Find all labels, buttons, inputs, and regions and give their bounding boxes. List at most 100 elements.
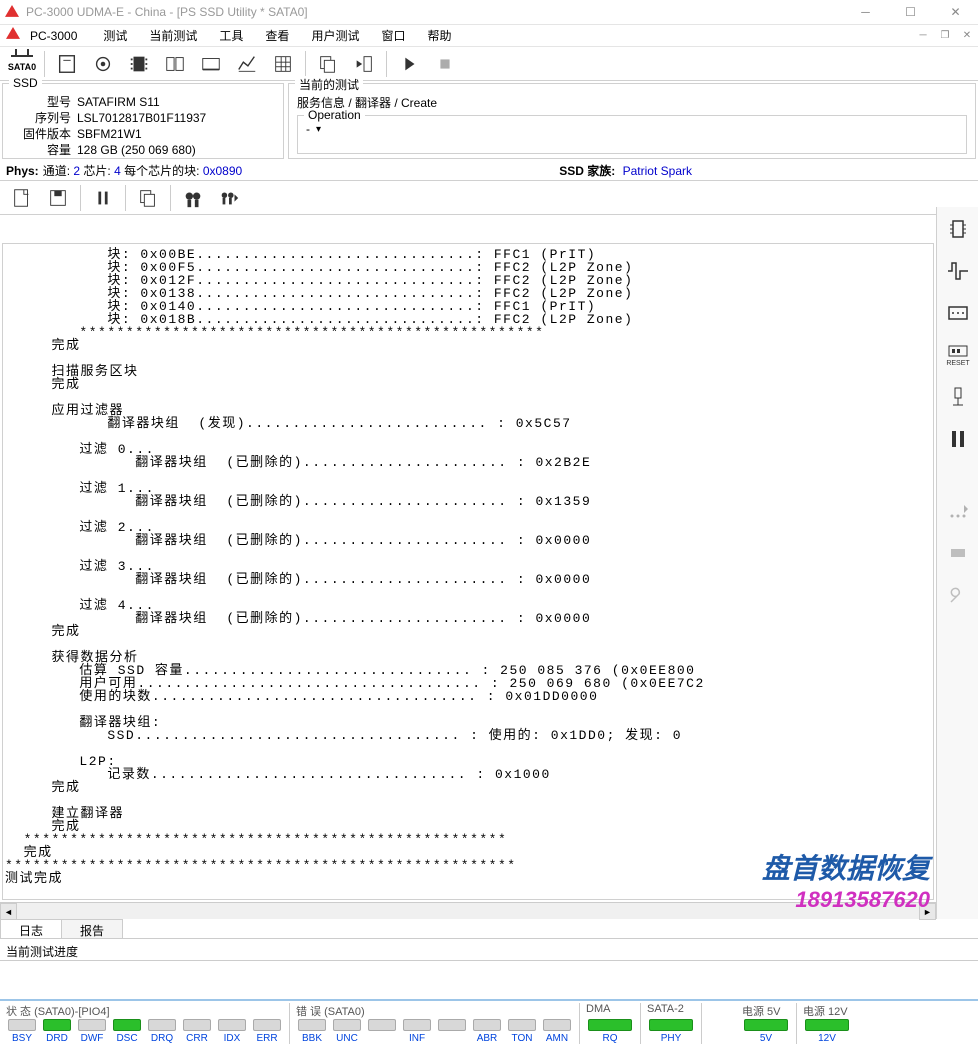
tools-button[interactable]: [85, 49, 121, 79]
operation-panel: Operation - ▾: [297, 115, 967, 154]
led-indicator: [148, 1019, 176, 1031]
tab-report[interactable]: 报告: [61, 919, 123, 938]
led-indicator: [8, 1019, 36, 1031]
p12-led: [805, 1019, 849, 1031]
menu-window[interactable]: 窗口: [371, 25, 415, 46]
ssd-legend: SSD: [9, 76, 42, 90]
menu-tools[interactable]: 工具: [209, 25, 253, 46]
state-led-idx: IDX: [216, 1019, 248, 1044]
main-toolbar: SATA0: [0, 47, 978, 81]
info-panels: SSD 型号SATAFIRM S11 序列号LSL7012817B01F1193…: [0, 81, 978, 161]
clipboard-button[interactable]: [130, 183, 166, 213]
grid-button[interactable]: [265, 49, 301, 79]
save-button[interactable]: [40, 183, 76, 213]
watermark-text-2: 18913587620: [762, 887, 930, 913]
state-led-dsc: DSC: [111, 1019, 143, 1044]
find-button[interactable]: [175, 183, 211, 213]
led-indicator: [508, 1019, 536, 1031]
toolbar-separator: [125, 185, 126, 211]
minimize-button[interactable]: ─: [843, 0, 888, 25]
err-led-bbk: BBK: [296, 1019, 328, 1044]
status-err-group: 错 误 (SATA0) BBKUNCINFABRTONAMN: [294, 1003, 580, 1044]
tab-log[interactable]: 日志: [0, 919, 62, 938]
state-led-drd: DRD: [41, 1019, 73, 1044]
app-icon: [4, 4, 20, 20]
chip-label: 芯片:: [83, 162, 110, 179]
err-led-amn: AMN: [541, 1019, 573, 1044]
pause-button[interactable]: [85, 183, 121, 213]
reset-icon[interactable]: RESET: [942, 339, 974, 371]
board-icon[interactable]: [942, 297, 974, 329]
led-indicator: [473, 1019, 501, 1031]
family-value: Patriot Spark: [623, 164, 692, 178]
state-led-dwf: DWF: [76, 1019, 108, 1044]
osc-icon[interactable]: [942, 255, 974, 287]
maximize-button[interactable]: ☐: [888, 0, 933, 25]
status-state-group: 状 态 (SATA0)-[PIO4] BSYDRDDWFDSCDRQCRRIDX…: [4, 1003, 290, 1044]
led-label: IDX: [224, 1033, 241, 1044]
utility-button[interactable]: [49, 49, 85, 79]
led-indicator: [113, 1019, 141, 1031]
dma-led: [588, 1019, 632, 1031]
find-next-button[interactable]: [211, 183, 247, 213]
led-indicator: [438, 1019, 466, 1031]
led-label: INF: [409, 1033, 425, 1044]
phys-line: Phys: 通道: 2 芯片: 4 每个芯片的块: 0x0890 SSD 家族:…: [0, 161, 978, 181]
ssd-panel: SSD 型号SATAFIRM S11 序列号LSL7012817B01F1193…: [2, 83, 284, 159]
ecc-button[interactable]: [193, 49, 229, 79]
play-button[interactable]: [391, 49, 427, 79]
close-button[interactable]: ✕: [933, 0, 978, 25]
app-name: PC-3000: [30, 29, 77, 43]
copy-button[interactable]: [310, 49, 346, 79]
fw-value: SBFM21W1: [77, 126, 142, 142]
mdi-restore-button[interactable]: ❐: [934, 27, 956, 45]
graph-button[interactable]: [229, 49, 265, 79]
operation-dropdown[interactable]: - ▾: [306, 122, 958, 136]
wrench-icon: [942, 579, 974, 611]
p5-led-label: 5V: [760, 1033, 772, 1044]
channel-value: 2: [73, 164, 80, 178]
menu-help[interactable]: 帮助: [417, 25, 461, 46]
led-label: TON: [512, 1033, 533, 1044]
log-area[interactable]: 块: 0x00BE..............................:…: [2, 243, 934, 900]
open-button[interactable]: [4, 183, 40, 213]
led-label: UNC: [336, 1033, 358, 1044]
led-indicator: [218, 1019, 246, 1031]
menu-view[interactable]: 查看: [255, 25, 299, 46]
family-label: SSD 家族:: [559, 164, 615, 178]
port-sata0-button[interactable]: SATA0: [4, 49, 40, 79]
chip-value: 4: [114, 164, 121, 178]
state-led-err: ERR: [251, 1019, 283, 1044]
mdi-close-button[interactable]: ✕: [956, 27, 978, 45]
window-title: PC-3000 UDMA-E - China - [PS SSD Utility…: [26, 5, 843, 19]
p12-label: 电源 12V: [803, 1003, 851, 1017]
chip-icon[interactable]: [942, 213, 974, 245]
p5-label: 电源 5V: [742, 1003, 790, 1017]
toolbar-separator: [80, 185, 81, 211]
state-led-drq: DRQ: [146, 1019, 178, 1044]
menu-user-test[interactable]: 用户测试: [301, 25, 369, 46]
scroll-left-button[interactable]: ◄: [0, 903, 17, 920]
chips-multi-button[interactable]: [157, 49, 193, 79]
serial-value: LSL7012817B01F11937: [77, 110, 206, 126]
chip2-icon: [942, 537, 974, 569]
menu-test[interactable]: 测试: [93, 25, 137, 46]
curtest-path: 服务信息 / 翻译器 / Create: [297, 94, 967, 111]
status-state-label: 状 态 (SATA0)-[PIO4]: [6, 1003, 283, 1017]
stop-button[interactable]: [427, 49, 463, 79]
power-icon[interactable]: [942, 381, 974, 413]
led-indicator: [183, 1019, 211, 1031]
chip-button[interactable]: [121, 49, 157, 79]
status-p5-group: 电源 5V 5V: [740, 1003, 797, 1044]
menubar: PC-3000 测试 当前测试 工具 查看 用户测试 窗口 帮助 ─ ❐ ✕: [0, 25, 978, 47]
mdi-minimize-button[interactable]: ─: [912, 27, 934, 45]
err-led-inf: INF: [401, 1019, 433, 1044]
exit-button[interactable]: [346, 49, 382, 79]
toolbar-separator: [386, 51, 387, 77]
bpc-value: 0x0890: [203, 164, 242, 178]
serial-label: 序列号: [11, 110, 71, 126]
current-test-panel: 当前的测试 服务信息 / 翻译器 / Create Operation - ▾: [288, 83, 976, 159]
err-led-unc: UNC: [331, 1019, 363, 1044]
pause2-icon[interactable]: [942, 423, 974, 455]
menu-current-test[interactable]: 当前测试: [139, 25, 207, 46]
